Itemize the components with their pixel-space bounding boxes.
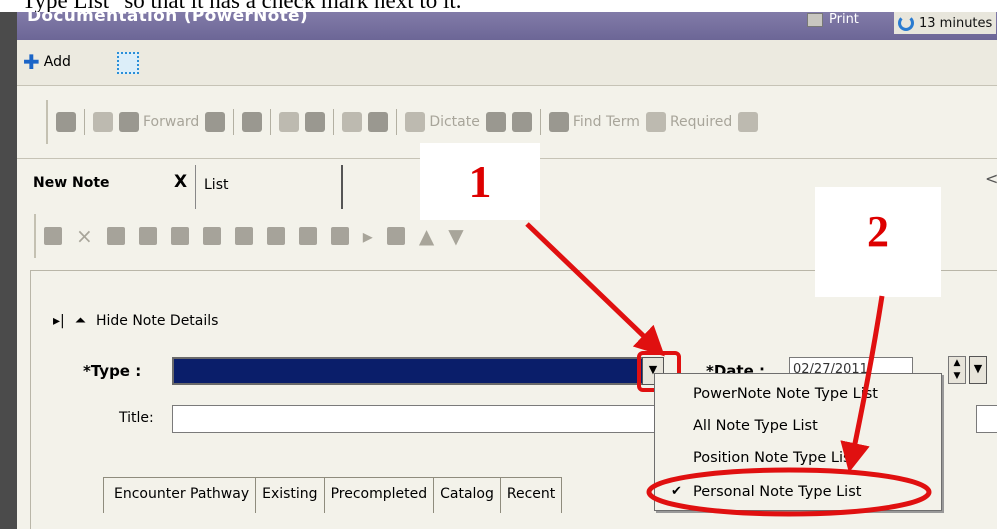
note-toolbar: Forward Dictate Find Term Required	[46, 100, 997, 144]
hide-note-details-label: Hide Note Details	[95, 313, 219, 329]
add-button[interactable]: ✚ Add	[23, 50, 71, 74]
cut-icon[interactable]	[266, 227, 285, 245]
focus-view-icon[interactable]	[117, 52, 139, 74]
menu-item-position[interactable]: Position Note Type List	[655, 446, 941, 470]
editor-toolbar: × ▸ ▲ ▼	[34, 214, 594, 258]
page-icon[interactable]	[202, 227, 221, 245]
refresh-icon	[898, 15, 914, 31]
shape-icon[interactable]	[485, 112, 506, 132]
tab-scroll-icon[interactable]: <	[985, 169, 997, 188]
date-spinner[interactable]: ▲ ▼	[948, 356, 966, 384]
toolbar-separator	[270, 109, 272, 135]
add-label: Add	[43, 54, 71, 70]
primary-toolbar: ✚ Add	[17, 40, 997, 86]
menu-item-personal[interactable]: ✔ Personal Note Type List	[655, 480, 941, 504]
title-field-extension[interactable]	[976, 405, 997, 433]
format-icon[interactable]	[44, 227, 62, 245]
up-arrow-icon[interactable]: ▲	[419, 224, 434, 248]
undo-icon[interactable]	[170, 227, 189, 245]
network-icon[interactable]	[205, 112, 226, 132]
required-button[interactable]: Required	[645, 112, 733, 132]
find-term-label: Find Term	[572, 114, 640, 130]
refresh-status[interactable]: 13 minutes	[894, 12, 997, 34]
forward-icon	[119, 112, 139, 132]
instruction-caption: Type List" so that it has a check mark n…	[22, 0, 742, 12]
clipboard-icon[interactable]	[368, 112, 389, 132]
menu-item-label: PowerNote Note Type List	[693, 386, 878, 402]
menu-item-label: All Note Type List	[693, 418, 818, 434]
toolbar-separator	[333, 109, 335, 135]
hide-note-details-toggle[interactable]: ▸| ⏶ Hide Note Details	[53, 313, 218, 329]
sign-icon[interactable]	[242, 112, 263, 132]
play-icon[interactable]: ▸	[363, 224, 373, 248]
tab-precompleted[interactable]: Precompleted	[324, 477, 435, 513]
forward-label: Forward	[143, 114, 200, 130]
menu-item-label: Personal Note Type List	[693, 484, 862, 500]
tab-catalog[interactable]: Catalog	[434, 477, 501, 513]
copy-icon[interactable]	[342, 112, 363, 132]
find-term-button[interactable]: Find Term	[548, 112, 640, 132]
copy-block-icon[interactable]	[330, 227, 349, 245]
binoculars-icon	[548, 112, 569, 132]
tab-existing[interactable]: Existing	[256, 477, 325, 513]
annotation-step-1: 1	[420, 143, 540, 220]
screenshot: Documentation (PowerNote) Print 13 minut…	[0, 0, 997, 529]
type-label: *Type :	[83, 362, 142, 380]
pen-icon[interactable]	[234, 227, 253, 245]
microphone-icon	[405, 112, 426, 132]
refresh-time-label: 13 minutes	[919, 15, 993, 31]
tab-encounter-pathway[interactable]: Encounter Pathway	[103, 477, 257, 513]
toolbar-separator	[539, 109, 541, 135]
save-icon[interactable]	[56, 112, 76, 132]
title-field[interactable]	[172, 405, 662, 433]
edit-icon[interactable]	[93, 112, 113, 132]
expand-icon[interactable]	[386, 227, 405, 245]
toolbar-separator	[396, 109, 398, 135]
close-tab-icon[interactable]: X	[174, 172, 187, 192]
required-label: Required	[669, 114, 733, 130]
print-label: Print	[829, 12, 859, 27]
document-icon[interactable]	[738, 112, 759, 132]
print-button[interactable]: Print	[807, 12, 859, 27]
left-edge-bar	[0, 0, 17, 529]
forward-button[interactable]: Forward	[119, 112, 199, 132]
annotation-step-2: 2	[815, 187, 941, 297]
tab-recent[interactable]: Recent	[500, 477, 563, 513]
box-icon[interactable]	[511, 112, 532, 132]
dictate-button[interactable]: Dictate	[405, 112, 480, 132]
dictate-label: Dictate	[429, 114, 480, 130]
menu-item-all[interactable]: All Note Type List	[655, 414, 941, 438]
fraction-icon[interactable]	[279, 112, 300, 132]
menu-item-label: Position Note Type List	[693, 450, 857, 466]
toolbar-separator	[84, 109, 85, 135]
stamp-icon[interactable]	[305, 112, 326, 132]
print-icon	[807, 12, 823, 27]
collapse-icon: ⏶	[74, 313, 86, 329]
tab-new-note[interactable]: New Note	[33, 175, 110, 191]
date-dropdown-button[interactable]: ▼	[969, 356, 987, 384]
menu-item-powernote[interactable]: PowerNote Note Type List	[655, 382, 941, 406]
play-pause-icon: ▸|	[53, 313, 65, 329]
check-icon: ✔	[671, 484, 682, 499]
delete-icon[interactable]: ×	[76, 224, 93, 248]
folder-icon[interactable]	[138, 227, 157, 245]
required-icon	[645, 112, 666, 132]
down-arrow-icon[interactable]: ▼	[448, 224, 463, 248]
tab-list[interactable]: List	[195, 165, 343, 209]
title-label: Title:	[119, 410, 154, 426]
clipboard-paste-icon[interactable]	[298, 227, 317, 245]
plus-icon: ✚	[23, 50, 40, 74]
toolbar-separator	[233, 109, 235, 135]
type-select[interactable]	[172, 357, 642, 385]
insert-icon[interactable]	[106, 227, 125, 245]
workflow-tabs: Encounter Pathway Existing Precompleted …	[103, 477, 563, 513]
note-type-list-menu: PowerNote Note Type List All Note Type L…	[654, 373, 942, 511]
